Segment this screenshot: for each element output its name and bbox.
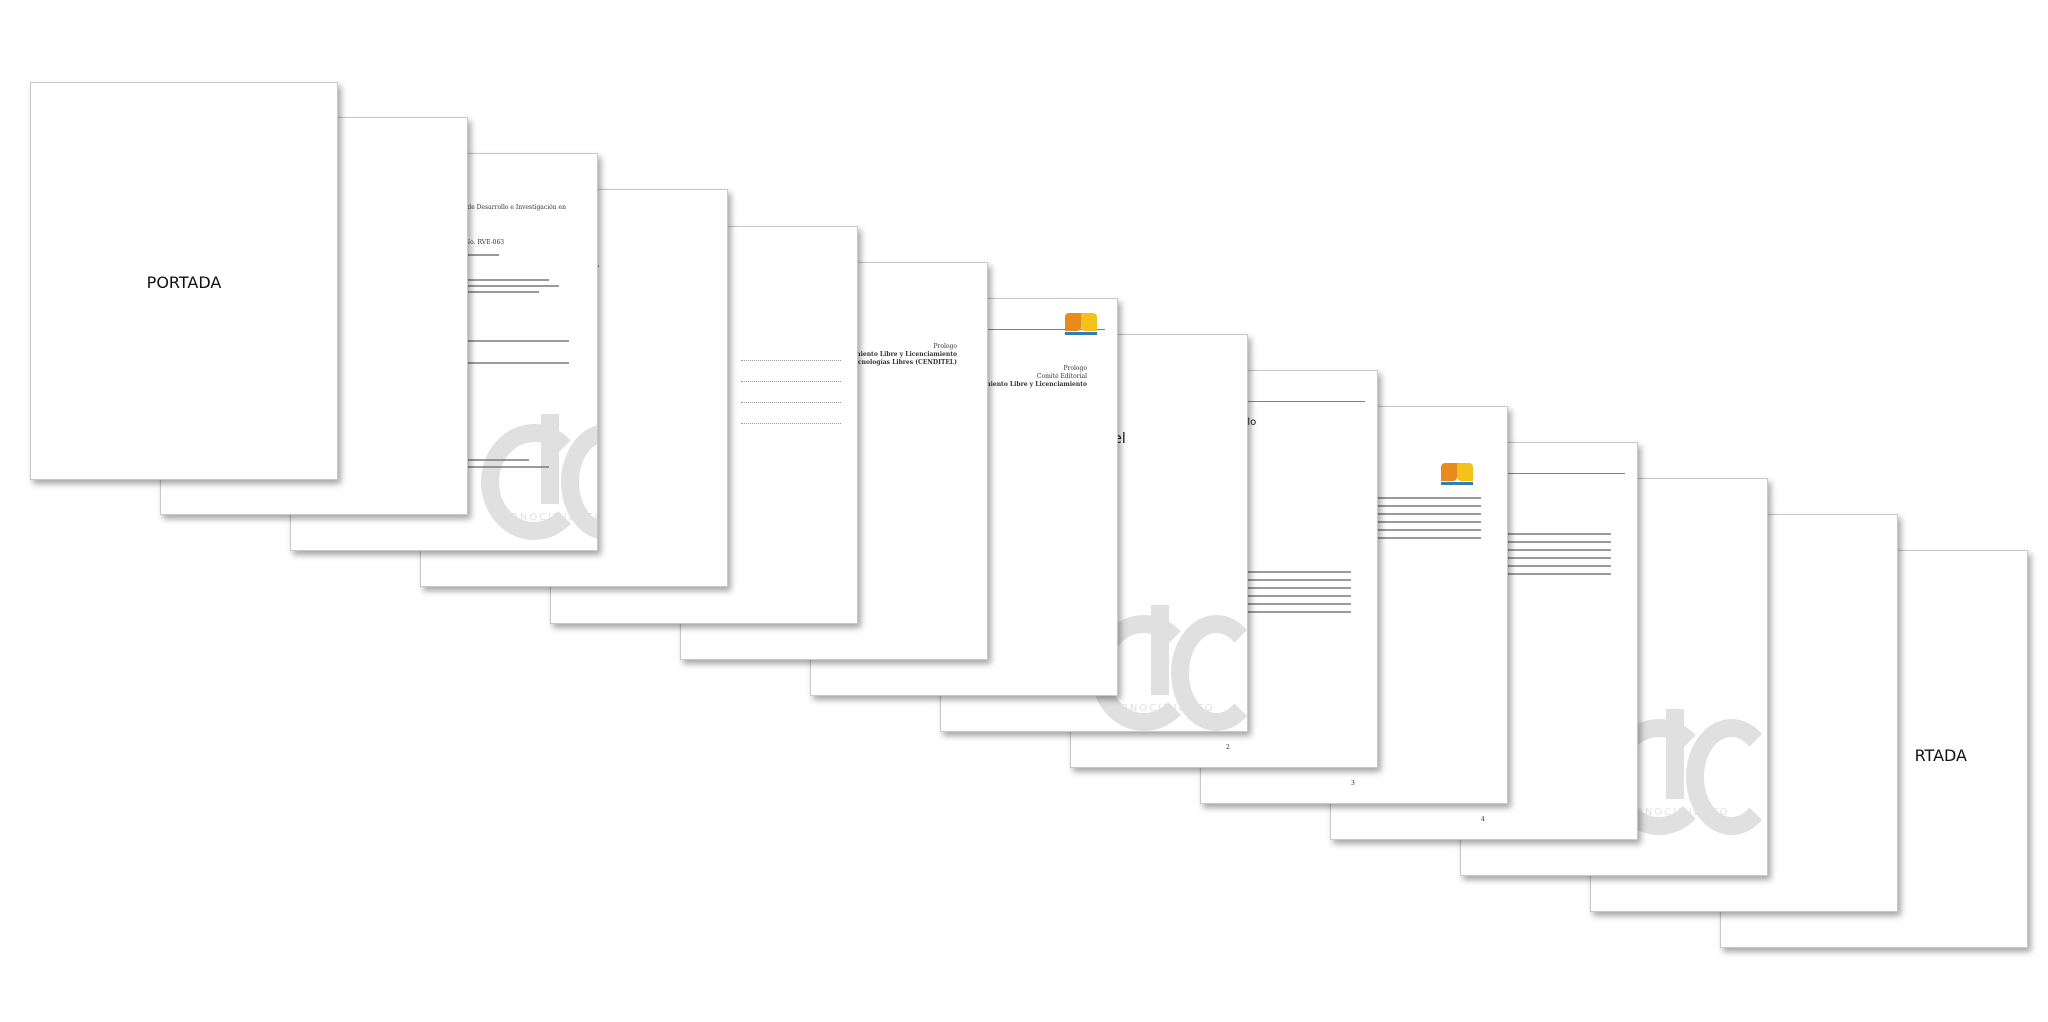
page-7-subheading: Comité Editorial bbox=[1036, 373, 1087, 380]
back-cover-label: RTADA bbox=[1914, 746, 1967, 765]
page-number: 2 bbox=[1226, 744, 1230, 751]
cover-label: PORTADA bbox=[146, 273, 222, 292]
page-7-subheading-2: ocimiento Libre y Licenciamiento bbox=[974, 381, 1087, 388]
watermark-text: CONOCIMIENTO bbox=[1111, 703, 1215, 714]
text-line bbox=[459, 291, 539, 293]
toc-leader bbox=[741, 423, 841, 425]
watermark-text: CONOCIMIENTO bbox=[501, 512, 598, 523]
watermark-logo: CONOCIMIENTO bbox=[481, 414, 598, 540]
text-line bbox=[459, 279, 549, 281]
page-6-subheading-2: y Tecnologías Libres (CENDITEL) bbox=[844, 359, 957, 366]
watermark-text: CONOCIMIENTO bbox=[1626, 807, 1730, 818]
text-line bbox=[459, 362, 569, 364]
page-number: 3 bbox=[1351, 780, 1355, 787]
page-number: 4 bbox=[1481, 816, 1485, 823]
text-line bbox=[459, 285, 559, 287]
clic-logo bbox=[1065, 313, 1101, 335]
page-7-heading: Prologo bbox=[1063, 365, 1087, 372]
text-line bbox=[459, 340, 569, 342]
page-6-heading: Prologo bbox=[933, 343, 957, 350]
toc-leader bbox=[741, 381, 841, 383]
page-cover[interactable]: PORTADA bbox=[30, 82, 338, 480]
page-3-line-1: ro de Desarrollo e Investigación en bbox=[459, 204, 566, 211]
clic-logo bbox=[1441, 463, 1477, 485]
toc-leader bbox=[741, 402, 841, 404]
toc-leader bbox=[741, 360, 841, 362]
